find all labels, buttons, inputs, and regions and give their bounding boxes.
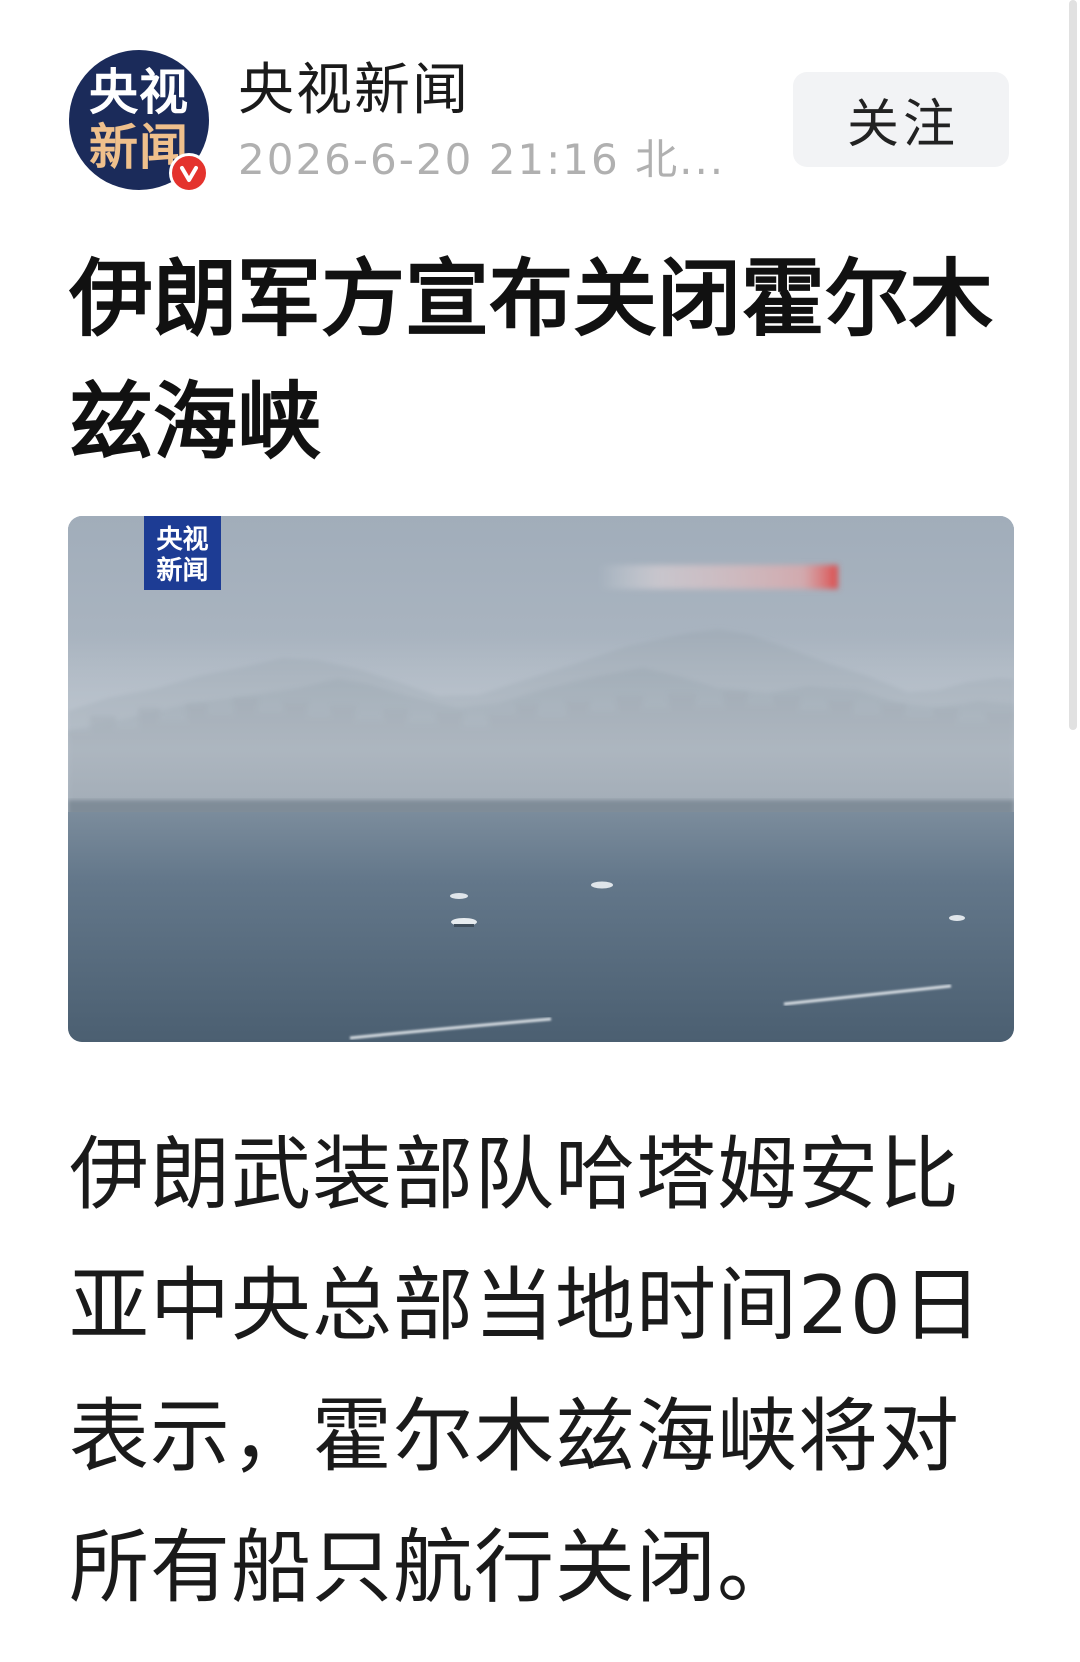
body-line: 亚中央总部当地时间20日 [69,1259,983,1352]
headline-line: 兹海峡 [69,373,322,471]
account-name[interactable]: 央视新闻 [238,63,470,119]
article-headline: 伊朗军方宣布关闭霍尔木 兹海峡 [69,238,993,484]
watermark-logo-text: 央视 [156,525,208,555]
watermark-logo-text: 新闻 [156,555,208,586]
article-body: 伊朗武装部队哈塔姆安比 亚中央总部当地时间20日 表示，霍尔木兹海峡将对 所有船… [69,1109,983,1633]
verified-badge [169,153,209,193]
body-line: 表示，霍尔木兹海峡将对 [69,1390,960,1483]
news-photo: 央视 新闻 [68,516,1014,1042]
article-page: 央视 新闻 央视新闻 2026-6-20 21:16 北... 关注 伊朗军方宣… [0,0,1080,1662]
headline-line: 伊朗军方宣布关闭霍尔木 [69,250,994,348]
post-timestamp: 2026-6-20 21:16 北... [238,135,726,184]
boat [591,881,613,889]
avatar-logo-text: 央视 [88,64,189,121]
scrollbar[interactable] [1069,0,1077,730]
body-line: 所有船只航行关闭。 [69,1521,798,1614]
boat [450,893,468,899]
haze-overlay [68,636,1014,826]
article-image[interactable]: 央视 新闻 [68,516,1014,1042]
body-line: 伊朗武装部队哈塔姆安比 [69,1128,960,1221]
verified-badge-icon [180,166,198,182]
boat-hull [454,924,474,927]
watermark-logo: 央视 新闻 [144,516,221,590]
follow-button[interactable]: 关注 [793,72,1009,167]
boat [949,915,965,921]
sea [68,812,1014,1042]
blurred-caption [599,565,838,589]
